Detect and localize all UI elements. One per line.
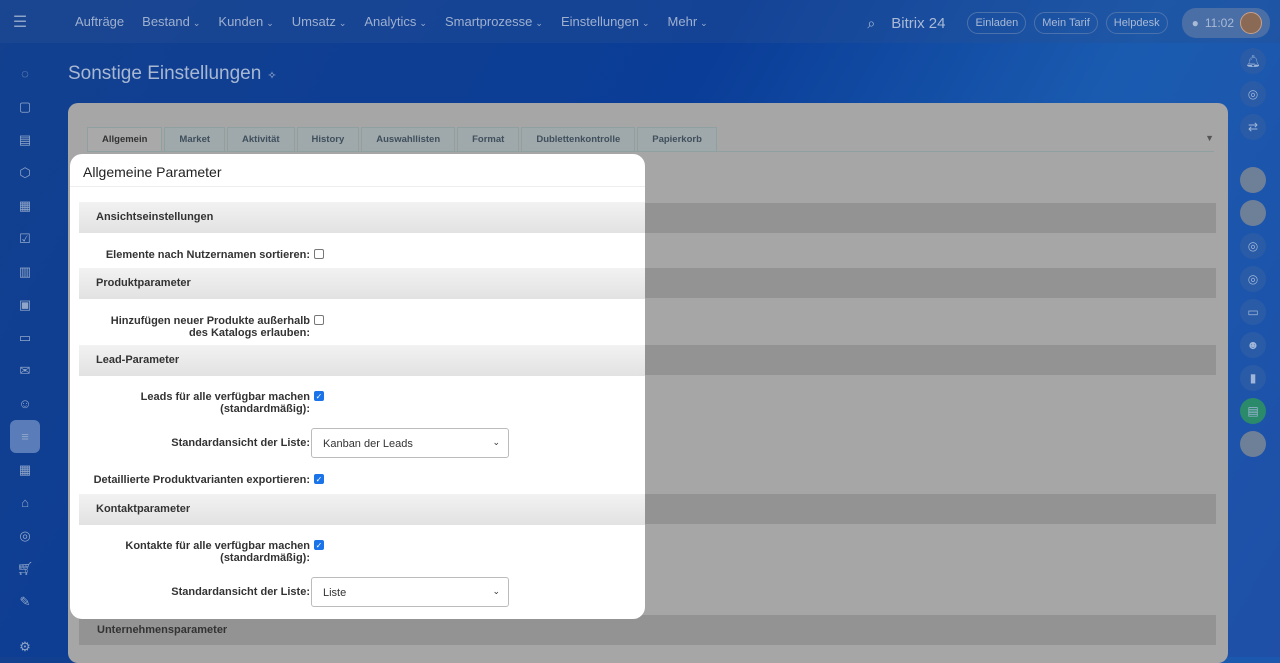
hexagon-icon[interactable]: ⬡	[10, 156, 40, 189]
menu-icon[interactable]: ☰	[0, 12, 40, 32]
sort-label: Elemente nach Nutzernamen sortieren:	[105, 249, 310, 261]
copilot-icon[interactable]: ◎	[1240, 266, 1266, 292]
copilot-icon[interactable]: ◎	[1240, 81, 1266, 107]
section-lead-parameter: Lead-Parameter	[79, 345, 645, 376]
leads-available-checkbox[interactable]: ✓	[314, 391, 324, 401]
time-text: 11:02	[1204, 16, 1234, 30]
tab-aktivitaet[interactable]: Aktivität	[227, 127, 295, 151]
time-widget[interactable]: ● 11:02	[1181, 8, 1270, 38]
bookmark-icon[interactable]: ▮	[1240, 365, 1266, 391]
nav-analytics[interactable]: Analytics ⌄	[364, 14, 427, 29]
drive-icon[interactable]: ▭	[10, 321, 40, 354]
chevron-down-icon: ⌄	[492, 586, 500, 596]
nav-einstellungen[interactable]: Einstellungen ⌄	[561, 14, 650, 29]
mail-icon[interactable]: ✉	[10, 354, 40, 387]
contact-view-label: Standardansicht der Liste:	[171, 586, 310, 598]
user-avatar[interactable]	[1240, 431, 1266, 457]
nav-bestand[interactable]: Bestand ⌄	[142, 14, 200, 29]
user-avatar[interactable]	[1240, 167, 1266, 193]
helpdesk-button[interactable]: Helpdesk	[1105, 12, 1168, 34]
contact-view-select[interactable]: Liste ⌄	[311, 577, 509, 607]
bot-icon[interactable]: ☻	[1240, 332, 1266, 358]
document-icon[interactable]: ▤	[10, 123, 40, 156]
section-produktparameter: Produktparameter	[79, 268, 645, 299]
nav-auftraege[interactable]: Aufträge	[75, 14, 124, 29]
nav-kunden[interactable]: Kunden ⌄	[218, 14, 273, 29]
general-parameters-panel: Allgemeine Parameter Ansichtseinstellung…	[70, 154, 645, 619]
leads-available-label: Leads für alle verfügbar machen (standard…	[140, 391, 310, 415]
cart-icon[interactable]: 🛒︎	[10, 552, 40, 585]
tab-dublettenkontrolle[interactable]: Dublettenkontrolle	[521, 127, 636, 151]
section-kontaktparameter: Kontaktparameter	[79, 494, 645, 525]
section-unternehmensparameter: Unternehmensparameter	[79, 615, 1216, 645]
add-products-label: Hinzufügen neuer Produkte außerhalb des K…	[110, 315, 310, 339]
message-icon[interactable]: ▭	[1240, 299, 1266, 325]
export-variants-checkbox[interactable]: ✓	[314, 474, 324, 484]
sort-checkbox[interactable]	[314, 249, 324, 259]
file-icon[interactable]: ▥	[10, 255, 40, 288]
search-icon[interactable]: ⌕	[867, 15, 875, 32]
chat-switch-icon[interactable]: ⇄	[1240, 114, 1266, 140]
bell-icon[interactable]: 🔔︎	[1240, 48, 1266, 74]
tab-market[interactable]: Market	[164, 127, 226, 151]
tasks-icon[interactable]: ☑	[10, 222, 40, 255]
divider	[87, 151, 1214, 152]
tab-papierkorb[interactable]: Papierkorb	[637, 127, 717, 151]
nav-smartprozesse[interactable]: Smartprozesse ⌄	[445, 14, 543, 29]
nav-mehr[interactable]: Mehr ⌄	[668, 14, 708, 29]
export-variants-label: Detaillierte Produktvarianten exportiere…	[93, 474, 310, 486]
panel-title: Allgemeine Parameter	[70, 154, 645, 187]
chevron-down-icon: ⌄	[492, 437, 500, 447]
invite-button[interactable]: Einladen	[967, 12, 1027, 34]
tab-allgemein[interactable]: Allgemein	[87, 127, 163, 151]
tab-history[interactable]: History	[296, 127, 360, 151]
sign-icon[interactable]: ✎	[10, 585, 40, 618]
contacts-available-label: Kontakte für alle verfügbar machen (stand…	[125, 540, 310, 564]
crm-icon[interactable]: ≡	[10, 420, 40, 453]
notes-icon[interactable]: ▤	[1240, 398, 1266, 424]
calendar-icon[interactable]: ▦	[10, 189, 40, 222]
tab-auswahllisten[interactable]: Auswahllisten	[361, 127, 456, 151]
settings-icon[interactable]: ⚙	[10, 630, 40, 663]
page-title: Sonstige Einstellungen ✧	[68, 63, 277, 84]
lead-view-select[interactable]: Kanban der Leads ⌄	[311, 428, 509, 458]
top-bar: ☰ Aufträge Bestand ⌄ Kunden ⌄ Umsatz ⌄ Anal…	[0, 0, 1280, 43]
avatar[interactable]	[1240, 12, 1262, 34]
feed-icon[interactable]: ◌	[10, 57, 40, 90]
target-icon[interactable]: ◎	[10, 519, 40, 552]
pin-icon[interactable]: ✧	[267, 70, 276, 82]
contacts-available-checkbox[interactable]: ✓	[314, 540, 324, 550]
copilot-icon[interactable]: ◎	[1240, 233, 1266, 259]
contacts-icon[interactable]: ☺	[10, 387, 40, 420]
schedule-icon[interactable]: ▦	[10, 453, 40, 486]
brand-logo: Bitrix 24	[891, 14, 946, 32]
section-ansichtseinstellungen: Ansichtseinstellungen	[79, 202, 645, 233]
plan-button[interactable]: Mein Tarif	[1034, 12, 1098, 34]
clock-icon: ●	[1191, 16, 1199, 30]
add-products-checkbox[interactable]	[314, 315, 324, 325]
lead-view-label: Standardansicht der Liste:	[171, 437, 310, 449]
store-icon[interactable]: ⌂	[10, 486, 40, 519]
user-avatar[interactable]	[1240, 200, 1266, 226]
left-sidebar: ◌ ▢ ▤ ⬡ ▦ ☑ ▥ ▣ ▭ ✉ ☺ ≡ ▦ ⌂ ◎ 🛒︎ ✎ ⚙	[10, 57, 40, 657]
nav-umsatz[interactable]: Umsatz ⌄	[292, 14, 347, 29]
right-sidebar: 🔔︎ ◎ ⇄ ◎ ◎ ▭ ☻ ▮ ▤	[1240, 48, 1266, 464]
board-icon[interactable]: ▣	[10, 288, 40, 321]
chat-icon[interactable]: ▢	[10, 90, 40, 123]
tabs-more-icon[interactable]: ▼	[1205, 133, 1214, 143]
tab-format[interactable]: Format	[457, 127, 520, 151]
top-nav: Aufträge Bestand ⌄ Kunden ⌄ Umsatz ⌄ Analyt…	[75, 14, 708, 29]
